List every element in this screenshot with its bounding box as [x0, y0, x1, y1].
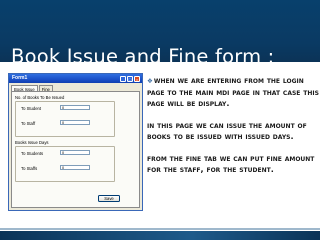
description-text-3: From the fine tab we can put fine amount…: [147, 153, 315, 174]
minimize-icon[interactable]: _: [120, 75, 126, 82]
window-controls: _ □ ×: [120, 75, 140, 82]
to-student-books-field[interactable]: 0: [60, 105, 90, 110]
diamond-arrow-bullet-icon: ❖: [147, 77, 153, 85]
to-staffs-days-field[interactable]: 0: [60, 165, 90, 170]
to-students-label: To Students: [21, 151, 44, 156]
to-staff-books-field[interactable]: 0: [60, 120, 90, 125]
description-paragraph: In this page we can issue the amount of …: [147, 120, 319, 142]
issue-days-group-label: Books Issue Days: [15, 140, 49, 145]
maximize-icon[interactable]: □: [127, 75, 133, 82]
window-titlebar[interactable]: Form1 _ □ ×: [9, 74, 142, 83]
description-paragraph: ❖When we are entering from the login pag…: [147, 75, 319, 109]
window-title: Form1: [12, 75, 28, 81]
to-staff-label: To Staff: [21, 121, 36, 126]
description-paragraph: From the fine tab we can put fine amount…: [147, 153, 319, 175]
book-issue-panel: No. of Books To Be Issued To Student 0 T…: [11, 91, 140, 208]
description-text-2: In this page we can issue the amount of …: [147, 120, 307, 141]
description: ❖When we are entering from the login pag…: [147, 75, 319, 186]
close-icon[interactable]: ×: [134, 75, 140, 82]
slide-footer-bar: [0, 228, 320, 240]
to-staffs-label: To Staffs: [21, 166, 38, 171]
description-text-1: When we are entering from the login page…: [147, 75, 319, 108]
slide-title: Book Issue and Fine form :: [11, 45, 275, 68]
to-students-days-field[interactable]: 0: [60, 150, 90, 155]
form-window: Form1 _ □ × Book Issue Fine No. of Books…: [8, 73, 143, 211]
books-issued-group-label: No. of Books To Be Issued: [15, 95, 65, 100]
to-student-label: To Student: [21, 106, 42, 111]
save-button[interactable]: Save: [98, 195, 120, 202]
